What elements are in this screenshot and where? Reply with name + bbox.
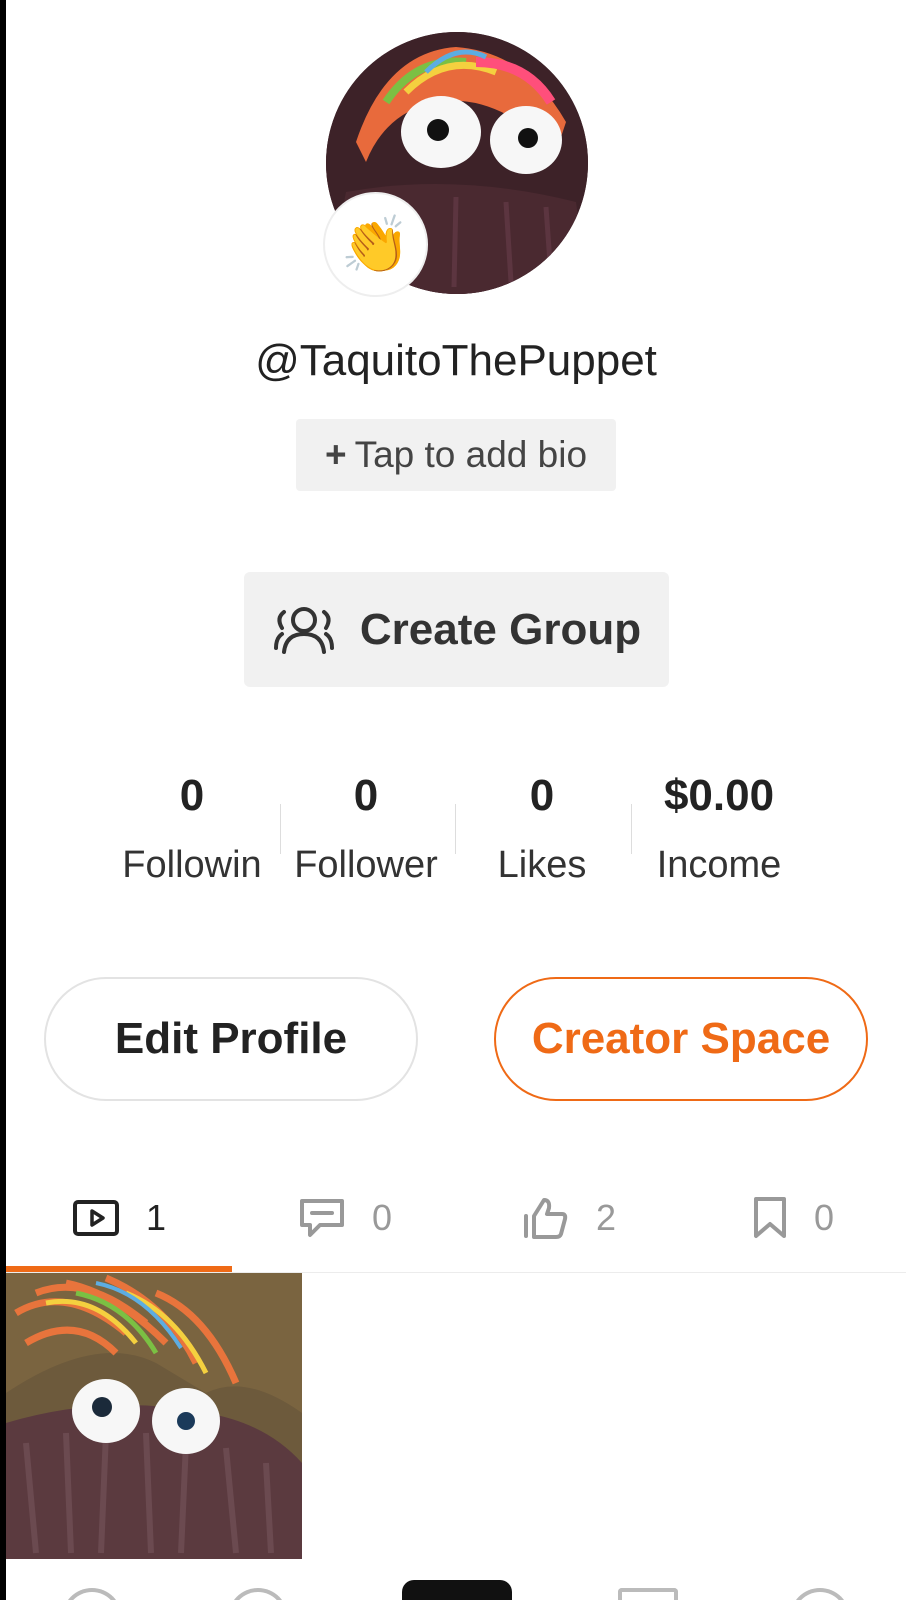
content-tabs: 1 0 2 0 <box>6 1190 906 1270</box>
inbox-icon[interactable] <box>618 1588 678 1600</box>
profile-icon[interactable] <box>790 1588 850 1600</box>
stat-label: Followin <box>122 844 262 886</box>
tab-videos[interactable]: 1 <box>72 1190 166 1246</box>
video-icon <box>73 1200 119 1236</box>
plus-icon: + <box>324 434 347 475</box>
tab-count: 1 <box>146 1197 167 1238</box>
stat-following[interactable]: 0 Followin <box>102 764 282 887</box>
stat-label: Likes <box>497 844 587 886</box>
tab-saved[interactable]: 0 <box>752 1190 834 1246</box>
comment-icon <box>300 1199 344 1237</box>
tab-comments[interactable]: 0 <box>298 1190 392 1246</box>
create-post-button[interactable] <box>402 1580 512 1600</box>
stat-followers[interactable]: 0 Follower <box>276 764 456 887</box>
tab-count: 0 <box>372 1197 393 1238</box>
username: @TaquitoThePuppet <box>255 336 657 385</box>
create-group-button[interactable]: Create Group <box>244 572 669 687</box>
bookmark-icon <box>754 1197 786 1238</box>
edit-profile-button[interactable]: Edit Profile <box>44 977 418 1101</box>
stat-value: 0 <box>529 771 555 820</box>
create-group-label: Create Group <box>359 604 642 654</box>
stat-income[interactable]: $0.00 Income <box>629 764 809 887</box>
stat-label: Income <box>656 844 782 886</box>
thumbs-up-icon <box>524 1198 568 1239</box>
clapping-hands-icon: 👏 <box>340 212 411 278</box>
creator-space-button[interactable]: Creator Space <box>494 977 868 1101</box>
home-icon[interactable] <box>62 1588 122 1600</box>
bio-placeholder: Tap to add bio <box>354 434 588 475</box>
stat-value: 0 <box>353 771 379 820</box>
tab-count: 0 <box>814 1197 835 1238</box>
tab-count: 2 <box>596 1197 617 1238</box>
stat-label: Follower <box>294 844 438 886</box>
puppet-video-image <box>6 1273 302 1559</box>
tab-liked[interactable]: 2 <box>522 1190 616 1246</box>
clap-badge: 👏 <box>323 192 428 297</box>
add-bio-button[interactable]: + Tap to add bio <box>296 419 616 491</box>
stat-value: 0 <box>179 771 205 820</box>
bottom-navigation <box>0 1560 912 1600</box>
discover-icon[interactable] <box>228 1588 288 1600</box>
video-thumbnail[interactable] <box>6 1273 302 1559</box>
profile-stats: 0 Followin 0 Follower 0 Likes $0.00 Inco… <box>0 764 912 904</box>
group-icon <box>273 606 334 654</box>
stat-likes[interactable]: 0 Likes <box>452 764 632 887</box>
stat-value: $0.00 <box>663 771 775 820</box>
